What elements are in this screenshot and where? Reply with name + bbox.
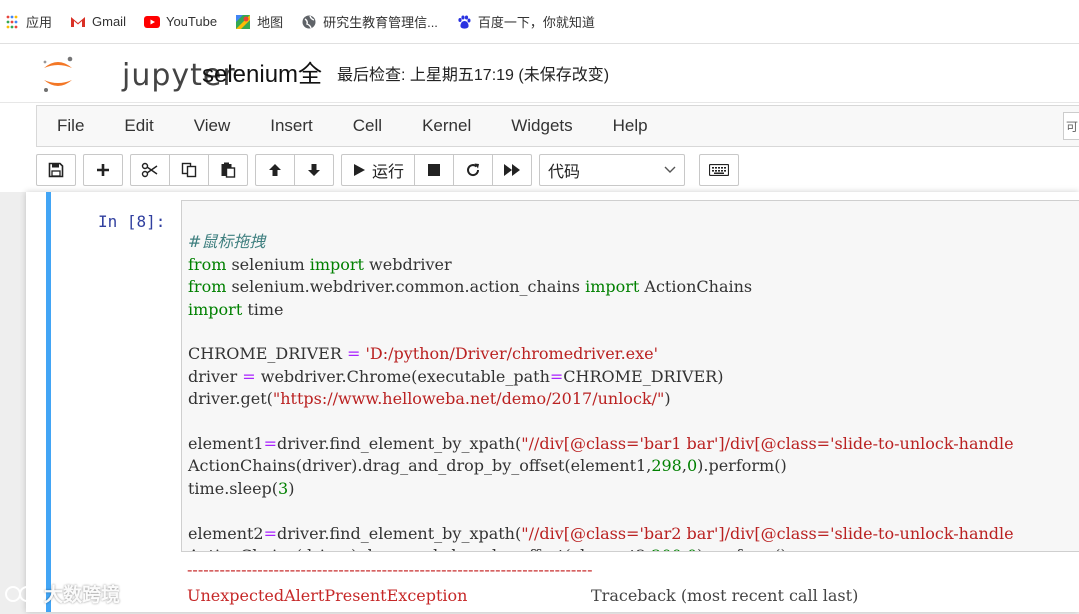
bookmark-label: 应用 xyxy=(26,15,53,30)
clipboard-group xyxy=(130,154,248,186)
menu-cell[interactable]: Cell xyxy=(333,106,402,146)
selected-cell-indicator xyxy=(46,192,51,612)
watermark-text: 大数跨境 xyxy=(44,584,121,606)
run-group: 运行 xyxy=(341,154,533,186)
run-button[interactable]: 运行 xyxy=(341,154,416,186)
copy-button[interactable] xyxy=(169,154,209,186)
code-comment: #鼠标拖拽 xyxy=(188,232,266,252)
traceback-header: Traceback (most recent call last) xyxy=(591,586,859,605)
bookmarks-bar: 应用 Gmail YouTube 地图 研究生教育管理信... 百度一下，你就知… xyxy=(0,0,1079,44)
move-up-button[interactable] xyxy=(255,154,295,186)
cell-type-value: 代码 xyxy=(548,164,581,181)
bookmark-baidu[interactable]: 百度一下，你就知道 xyxy=(456,12,595,31)
gmail-icon xyxy=(70,14,86,30)
copy-icon xyxy=(181,162,197,178)
code-line: from selenium.webdriver.common.action_ch… xyxy=(188,277,753,297)
checkpoint-status: 最后检查: 上星期五17:19 (未保存改变) xyxy=(337,67,610,84)
watermark: 大数跨境 xyxy=(4,578,144,608)
code-line: driver = webdriver.Chrome(executable_pat… xyxy=(188,366,724,386)
cell-type-select[interactable]: 代码 xyxy=(539,154,686,186)
exception-name: UnexpectedAlertPresentException xyxy=(187,586,468,605)
code-lines: #鼠标拖拽 from selenium import webdriver fro… xyxy=(188,209,1014,551)
kernel-indicator: 可 xyxy=(1063,112,1079,140)
code-cell[interactable]: In [8]: #鼠标拖拽 from selenium import webdr… xyxy=(46,192,1079,612)
menu-file[interactable]: File xyxy=(37,106,104,146)
jupyter-logo-icon xyxy=(43,56,73,92)
code-line: ActionChains(driver).drag_and_drop_by_of… xyxy=(188,456,787,476)
menubar-container: File Edit View Insert Cell Kernel Widget… xyxy=(0,102,1079,192)
arrow-up-icon xyxy=(269,164,281,176)
menu-edit[interactable]: Edit xyxy=(104,106,173,146)
bookmark-gmail[interactable]: Gmail xyxy=(70,14,126,30)
cut-button[interactable] xyxy=(130,154,170,186)
traceback-separator: ----------------------------------------… xyxy=(187,560,593,579)
maps-icon xyxy=(235,14,251,30)
move-down-button[interactable] xyxy=(294,154,334,186)
menu-view[interactable]: View xyxy=(174,106,251,146)
code-line: element1=driver.find_element_by_xpath("/… xyxy=(188,434,1014,454)
cell-prompt: In [8]: xyxy=(98,212,166,231)
bookmark-label: 研究生教育管理信... xyxy=(323,15,438,30)
apps-grid-icon xyxy=(4,14,20,30)
chevron-down-icon xyxy=(664,166,676,173)
code-line: ActionChains(driver).drag_and_drop_by_of… xyxy=(188,546,787,551)
notebook-title[interactable]: selenium全 xyxy=(202,54,322,89)
stop-icon xyxy=(428,164,441,176)
plus-icon xyxy=(97,164,109,176)
code-line: import time xyxy=(188,299,284,319)
floppy-disk-icon xyxy=(48,162,64,178)
code-line: driver.get("https://www.helloweba.net/de… xyxy=(188,389,671,409)
notebook-background: In [8]: #鼠标拖拽 from selenium import webdr… xyxy=(0,192,1079,612)
interrupt-button[interactable] xyxy=(414,154,455,186)
keyboard-icon xyxy=(709,164,730,176)
arrow-down-icon xyxy=(308,164,320,176)
move-group xyxy=(255,154,334,186)
code-line: from selenium import webdriver xyxy=(188,254,452,274)
run-all-button[interactable] xyxy=(492,154,533,186)
code-editor[interactable]: #鼠标拖拽 from selenium import webdriver fro… xyxy=(181,200,1079,552)
command-palette-button[interactable] xyxy=(699,154,740,186)
menu-widgets[interactable]: Widgets xyxy=(491,106,592,146)
cell-output: ----------------------------------------… xyxy=(181,554,1079,614)
save-button[interactable] xyxy=(36,154,76,186)
bookmark-maps[interactable]: 地图 xyxy=(235,12,283,31)
paste-button[interactable] xyxy=(208,154,248,186)
baidu-paw-icon xyxy=(456,14,472,30)
notebook-page: In [8]: #鼠标拖拽 from selenium import webdr… xyxy=(26,192,1079,612)
play-icon xyxy=(354,164,365,176)
jupyter-logo[interactable]: jupyter xyxy=(40,52,235,94)
jupyter-header: jupyter selenium全 最后检查: 上星期五17:19 (未保存改变… xyxy=(0,44,1079,102)
restart-button[interactable] xyxy=(453,154,494,186)
bookmark-apps[interactable]: 应用 xyxy=(4,12,52,31)
bookmark-graduate-system[interactable]: 研究生教育管理信... xyxy=(301,12,438,31)
bookmark-label: Gmail xyxy=(92,14,126,29)
scissors-icon xyxy=(141,162,158,178)
code-line: time.sleep(3) xyxy=(188,478,295,498)
bookmark-label: 百度一下，你就知道 xyxy=(477,15,595,30)
globe-icon xyxy=(301,14,317,30)
fast-forward-icon xyxy=(504,164,521,176)
menu-insert[interactable]: Insert xyxy=(250,106,333,146)
menubar: File Edit View Insert Cell Kernel Widget… xyxy=(36,105,1079,147)
watermark-logo-icon xyxy=(5,586,35,602)
bookmark-youtube[interactable]: YouTube xyxy=(143,14,218,30)
code-line: element2=driver.find_element_by_xpath("/… xyxy=(188,523,1014,543)
menu-kernel[interactable]: Kernel xyxy=(402,106,491,146)
paste-icon xyxy=(221,162,236,178)
save-group xyxy=(36,154,76,186)
insert-group xyxy=(83,154,123,186)
code-line: CHROME_DRIVER = 'D:/python/Driver/chrome… xyxy=(188,344,659,364)
bookmark-label: YouTube xyxy=(165,14,218,29)
menu-help[interactable]: Help xyxy=(593,106,668,146)
youtube-icon xyxy=(143,14,160,30)
run-button-label: 运行 xyxy=(372,164,405,181)
toolbar: 运行 代码 xyxy=(36,153,746,187)
refresh-icon xyxy=(467,163,480,177)
insert-cell-button[interactable] xyxy=(83,154,123,186)
code-line: #鼠标拖拽 xyxy=(188,232,265,251)
bookmark-label: 地图 xyxy=(257,15,284,30)
palette-group xyxy=(699,154,740,186)
